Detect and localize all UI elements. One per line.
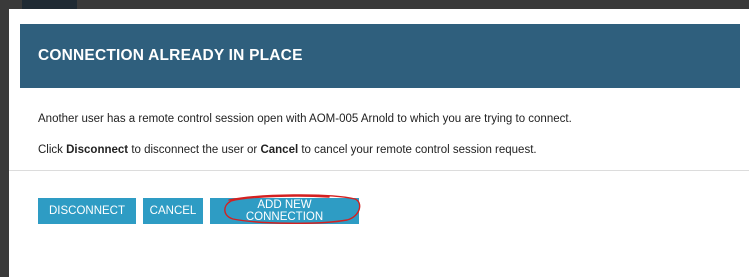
- dialog-title: CONNECTION ALREADY IN PLACE: [38, 47, 303, 64]
- dialog-button-row: DISCONNECT CANCEL ADD NEW CONNECTION: [38, 198, 359, 224]
- message-text: to cancel your remote control session re…: [298, 144, 537, 156]
- cancel-button[interactable]: CANCEL: [143, 198, 203, 224]
- backdrop-left-bar: [0, 0, 9, 277]
- message-text: to disconnect the user or: [128, 144, 261, 156]
- disconnect-button[interactable]: DISCONNECT: [38, 198, 136, 224]
- dialog-divider: [9, 170, 749, 171]
- dialog-header: CONNECTION ALREADY IN PLACE: [20, 24, 740, 88]
- screen: CONNECTION ALREADY IN PLACE Another user…: [0, 0, 749, 277]
- message-line-2: Click Disconnect to disconnect the user …: [38, 143, 537, 157]
- message-line-1: Another user has a remote control sessio…: [38, 113, 572, 125]
- message-disconnect-keyword: Disconnect: [66, 144, 129, 156]
- message-text: Click: [38, 144, 67, 156]
- add-new-connection-button[interactable]: ADD NEW CONNECTION: [210, 198, 359, 224]
- backdrop-top-bar: [0, 0, 749, 9]
- message-cancel-keyword: Cancel: [260, 144, 299, 156]
